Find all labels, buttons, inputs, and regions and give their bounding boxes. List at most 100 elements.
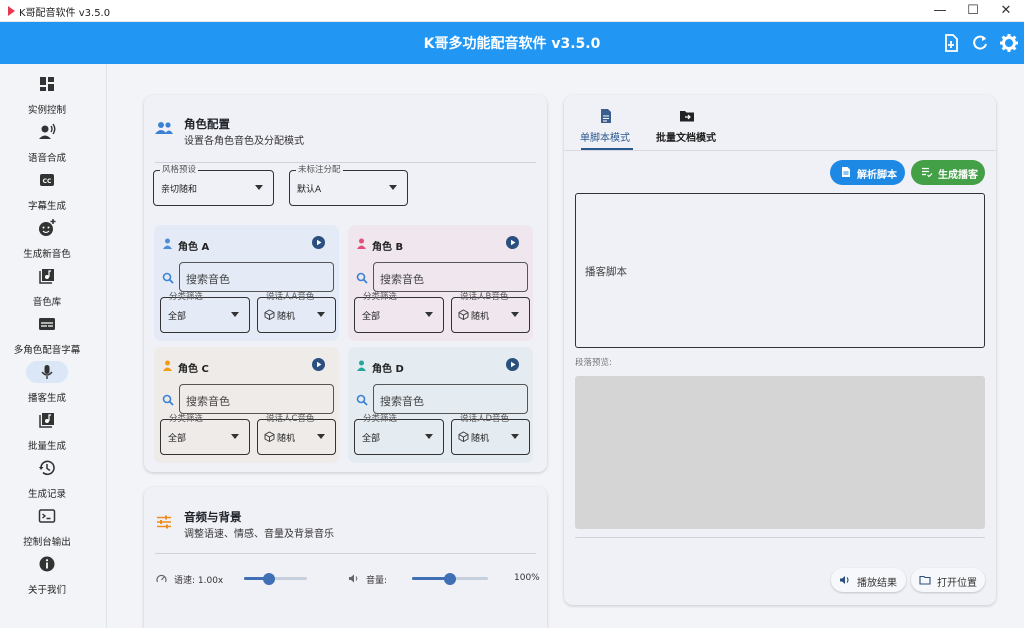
search-icon <box>356 272 368 284</box>
role-config-subtitle: 设置各角色音色及分配模式 <box>184 136 304 147</box>
window-titlebar: K哥配音软件 v3.5.0 — ☐ ✕ <box>0 0 1024 22</box>
folder-arrow-icon <box>680 111 694 122</box>
audio-subtitle: 调整语速、情感、音量及背景音乐 <box>184 529 334 540</box>
paragraph-preview-area <box>575 376 985 529</box>
sidebar-item-label: 音色库 <box>32 297 62 308</box>
tab-batch-document[interactable]: 批量文档模式 <box>654 103 724 151</box>
export-file-icon[interactable] <box>941 33 961 53</box>
role-name: 角色 D <box>372 364 404 375</box>
category-filter-select[interactable]: 分类筛选 全部 <box>354 414 444 455</box>
close-button[interactable]: ✕ <box>989 0 1023 22</box>
chevron-down-icon <box>511 312 519 317</box>
active-tab-indicator <box>581 148 633 150</box>
document-icon <box>842 167 850 177</box>
play-result-label: 播放结果 <box>857 578 897 589</box>
play-icon[interactable] <box>506 236 519 249</box>
speaker-voice-select[interactable]: 说话人D音色 随机 <box>451 414 530 455</box>
sidebar-item-batch-gen[interactable]: 批量生成 <box>0 408 107 456</box>
minimize-button[interactable]: — <box>923 0 957 22</box>
sidebar-item-new-voice[interactable]: 生成新音色 <box>0 216 107 264</box>
chevron-down-icon <box>425 312 433 317</box>
speed-slider-thumb[interactable] <box>263 573 275 585</box>
voice-search-input[interactable]: 搜索音色 <box>179 384 334 414</box>
category-legend: 分类筛选 <box>363 292 398 302</box>
style-preset-legend: 风格预设 <box>160 164 199 176</box>
speaker-voice-select[interactable]: 说话人C音色 随机 <box>257 414 336 455</box>
audio-title: 音频与背景 <box>184 510 242 524</box>
history-icon <box>39 460 55 476</box>
people-icon <box>155 122 173 134</box>
role-a-panel: 角色 A 搜索音色 分类筛选 全部 说话人A音色 随机 <box>154 225 339 341</box>
chevron-down-icon <box>231 312 239 317</box>
sidebar-item-podcast-gen[interactable]: 播客生成 <box>0 360 107 408</box>
sidebar-item-label: 控制台输出 <box>23 537 71 548</box>
batch-icon <box>39 413 54 428</box>
open-location-button[interactable]: 打开位置 <box>911 568 985 592</box>
cube-icon <box>264 309 275 320</box>
cube-icon <box>458 309 469 320</box>
search-icon <box>162 272 174 284</box>
play-icon[interactable] <box>312 358 325 371</box>
volume-slider-thumb[interactable] <box>444 573 456 585</box>
chevron-down-icon <box>425 434 433 439</box>
voice-search-input[interactable]: 搜索音色 <box>373 262 528 292</box>
sidebar-item-voice-library[interactable]: 音色库 <box>0 264 107 312</box>
generate-podcast-label: 生成播客 <box>938 170 978 181</box>
subtitles-icon <box>39 318 55 330</box>
generate-podcast-button[interactable]: 生成播客 <box>911 160 985 185</box>
sidebar-item-subtitle-gen[interactable]: CC 字幕生成 <box>0 168 107 216</box>
tab-single-script[interactable]: 单脚本模式 <box>577 103 637 151</box>
category-filter-select[interactable]: 分类筛选 全部 <box>354 292 444 333</box>
settings-gear-icon[interactable] <box>999 33 1019 53</box>
role-name: 角色 B <box>372 242 404 253</box>
sidebar-item-label: 字幕生成 <box>27 201 66 212</box>
speaker-legend: 说话人D音色 <box>460 414 510 424</box>
add-emoji-icon <box>39 219 56 236</box>
sidebar-item-label: 生成记录 <box>27 489 66 500</box>
play-icon[interactable] <box>506 358 519 371</box>
sidebar-item-voice-synthesis[interactable]: 语音合成 <box>0 120 107 168</box>
category-legend: 分类筛选 <box>363 414 398 424</box>
app-header: K哥多功能配音软件 v3.5.0 <box>0 22 1024 64</box>
sidebar-item-label: 批量生成 <box>27 441 66 452</box>
chevron-down-icon <box>317 434 325 439</box>
sidebar-item-label: 生成新音色 <box>23 249 71 260</box>
speaker-voice-select[interactable]: 说话人A音色 随机 <box>257 292 336 333</box>
play-icon[interactable] <box>312 236 325 249</box>
cube-icon <box>264 431 275 442</box>
sidebar-item-multi-role-subtitles[interactable]: 多角色配音字幕 <box>0 312 107 360</box>
sidebar-item-history[interactable]: 生成记录 <box>0 456 107 504</box>
sidebar-item-label: 多角色配音字幕 <box>13 345 81 356</box>
speed-icon <box>156 574 167 583</box>
search-placeholder: 搜索音色 <box>186 273 230 286</box>
person-icon <box>163 360 172 371</box>
chevron-down-icon <box>389 185 397 190</box>
play-result-button[interactable]: 播放结果 <box>831 568 906 592</box>
app-logo-icon <box>8 6 15 16</box>
parse-script-button[interactable]: 解析脚本 <box>830 160 905 185</box>
voice-search-input[interactable]: 搜索音色 <box>373 384 528 414</box>
sidebar-item-console[interactable]: 控制台输出 <box>0 504 107 552</box>
speaker-legend: 说话人C音色 <box>266 414 315 424</box>
category-filter-select[interactable]: 分类筛选 全部 <box>160 414 250 455</box>
speaker-value: 随机 <box>471 434 490 444</box>
cube-icon <box>458 431 469 442</box>
speaker-voice-select[interactable]: 说话人B音色 随机 <box>451 292 530 333</box>
category-filter-select[interactable]: 分类筛选 全部 <box>160 292 250 333</box>
maximize-button[interactable]: ☐ <box>956 0 990 22</box>
document-icon <box>601 109 611 123</box>
category-value: 全部 <box>168 312 187 322</box>
sidebar-item-about[interactable]: 关于我们 <box>0 552 107 600</box>
preview-label: 段落预览: <box>575 358 612 368</box>
speaker-legend: 说话人A音色 <box>266 292 315 302</box>
script-textarea[interactable]: 播客脚本 <box>575 193 985 348</box>
sidebar: 实例控制 语音合成 CC 字幕生成 生成新音色 音色库 多角色配音字幕 播客生成… <box>0 64 107 628</box>
category-value: 全部 <box>362 312 381 322</box>
voice-search-input[interactable]: 搜索音色 <box>179 262 334 292</box>
style-preset-select[interactable]: 风格预设 亲切随和 <box>153 164 274 206</box>
refresh-icon[interactable] <box>970 33 990 53</box>
sidebar-item-instance-control[interactable]: 实例控制 <box>0 72 107 120</box>
unassigned-select[interactable]: 未标注分配 默认A <box>289 164 408 206</box>
role-config-card: 角色配置 设置各角色音色及分配模式 风格预设 亲切随和 未标注分配 默认A 角色… <box>144 95 547 472</box>
speaker-value: 随机 <box>277 312 296 322</box>
